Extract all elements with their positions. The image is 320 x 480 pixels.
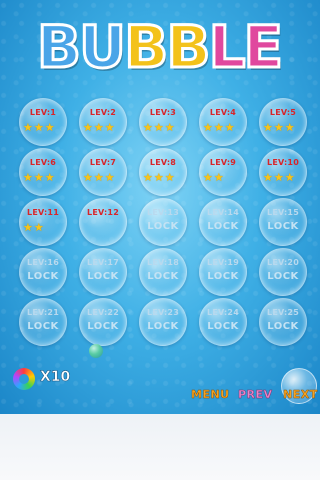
rainbow-ring-icon bbox=[13, 368, 35, 390]
star-icon: ★★★ bbox=[143, 121, 176, 134]
level-bubble-locked[interactable]: LEV:14 LOCK bbox=[199, 198, 247, 246]
level-label: LEV:24 bbox=[207, 308, 239, 317]
star-icon: ★★★ bbox=[83, 121, 116, 134]
lock-label: LOCK bbox=[147, 321, 179, 332]
level-label: LEV:14 bbox=[207, 208, 239, 217]
star-icon: ★★★ bbox=[263, 121, 296, 134]
level-label: LEV:23 bbox=[147, 308, 179, 317]
level-bubble[interactable]: LEV:8 ★★★ bbox=[139, 148, 187, 196]
level-label: LEV:5 bbox=[269, 108, 297, 117]
star-icon: ★★★ bbox=[203, 121, 236, 134]
lock-label: LOCK bbox=[267, 271, 299, 282]
level-label: LEV:22 bbox=[87, 308, 119, 317]
level-bubble-locked[interactable]: LEV:19 LOCK bbox=[199, 248, 247, 296]
level-label: LEV:4 bbox=[209, 108, 237, 117]
title-letter: B bbox=[35, 13, 82, 81]
level-bubble-locked[interactable]: LEV:25 LOCK bbox=[259, 298, 307, 346]
title-letter: U bbox=[78, 13, 128, 81]
level-label: LEV:19 bbox=[207, 258, 239, 267]
star-icon: ★★★ bbox=[23, 171, 56, 184]
lock-label: LOCK bbox=[87, 271, 119, 282]
star-icon: ★★★ bbox=[83, 171, 116, 184]
level-bubble-locked[interactable]: LEV:22 LOCK bbox=[79, 298, 127, 346]
title-letter: E bbox=[242, 13, 285, 81]
level-label: LEV:16 bbox=[27, 258, 59, 267]
lock-label: LOCK bbox=[87, 321, 119, 332]
level-label: LEV:7 bbox=[89, 158, 117, 167]
level-label: LEV:21 bbox=[27, 308, 59, 317]
level-bubble-locked[interactable]: LEV:23 LOCK bbox=[139, 298, 187, 346]
lock-label: LOCK bbox=[267, 321, 299, 332]
level-label: LEV:1 bbox=[29, 108, 57, 117]
level-label: LEV:10 bbox=[267, 158, 299, 167]
level-label: LEV:6 bbox=[29, 158, 57, 167]
lock-label: LOCK bbox=[27, 321, 59, 332]
menu-button[interactable]: MENU bbox=[191, 388, 230, 401]
level-label: LEV:8 bbox=[149, 158, 177, 167]
lock-label: LOCK bbox=[147, 221, 179, 232]
title-letter: L bbox=[207, 13, 247, 81]
game-screen: BUBBLE LEV:1 ★★★ LEV:2 ★★★ LEV:3 ★★★ LEV:4 ★★★ L… bbox=[0, 0, 320, 414]
level-bubble[interactable]: LEV:6 ★★★ bbox=[19, 148, 67, 196]
level-bubble[interactable]: LEV:9 ★★ bbox=[199, 148, 247, 196]
level-bubble[interactable]: LEV:7 ★★★ bbox=[79, 148, 127, 196]
level-bubble-locked[interactable]: LEV:17 LOCK bbox=[79, 248, 127, 296]
level-bubble[interactable]: LEV:11 ★★ bbox=[19, 198, 67, 246]
star-icon: ★★ bbox=[23, 221, 45, 234]
level-bubble-locked[interactable]: LEV:15 LOCK bbox=[259, 198, 307, 246]
level-bubble[interactable]: LEV:12 bbox=[79, 198, 127, 246]
level-label: LEV:17 bbox=[87, 258, 119, 267]
level-bubble[interactable]: LEV:2 ★★★ bbox=[79, 98, 127, 146]
level-label: LEV:18 bbox=[147, 258, 179, 267]
title-letter: B bbox=[165, 13, 212, 81]
lock-label: LOCK bbox=[27, 271, 59, 282]
star-icon: ★★★ bbox=[263, 171, 296, 184]
game-title: BUBBLE bbox=[0, 12, 320, 82]
level-bubble-locked[interactable]: LEV:21 LOCK bbox=[19, 298, 67, 346]
prev-button[interactable]: PREV bbox=[238, 388, 273, 401]
level-label: LEV:20 bbox=[267, 258, 299, 267]
level-bubble[interactable]: LEV:5 ★★★ bbox=[259, 98, 307, 146]
level-bubble-locked[interactable]: LEV:24 LOCK bbox=[199, 298, 247, 346]
lock-label: LOCK bbox=[207, 271, 239, 282]
level-bubble[interactable]: LEV:10 ★★★ bbox=[259, 148, 307, 196]
bottom-blank-area bbox=[0, 414, 320, 480]
level-label: LEV:15 bbox=[267, 208, 299, 217]
star-icon: ★★★ bbox=[143, 171, 176, 184]
ring-count: X10 bbox=[40, 369, 71, 386]
level-bubble[interactable]: LEV:1 ★★★ bbox=[19, 98, 67, 146]
star-icon: ★★★ bbox=[23, 121, 56, 134]
level-bubble-locked[interactable]: LEV:13 LOCK bbox=[139, 198, 187, 246]
next-button[interactable]: NEXT bbox=[283, 388, 318, 401]
level-bubble-locked[interactable]: LEV:20 LOCK bbox=[259, 248, 307, 296]
lock-label: LOCK bbox=[147, 271, 179, 282]
level-bubble[interactable]: LEV:3 ★★★ bbox=[139, 98, 187, 146]
level-bubble-locked[interactable]: LEV:16 LOCK bbox=[19, 248, 67, 296]
level-grid: LEV:1 ★★★ LEV:2 ★★★ LEV:3 ★★★ LEV:4 ★★★ LEV:5 ★★★… bbox=[12, 96, 312, 346]
level-label: LEV:3 bbox=[149, 108, 177, 117]
lock-label: LOCK bbox=[267, 221, 299, 232]
level-label: LEV:9 bbox=[209, 158, 237, 167]
level-label: LEV:11 bbox=[27, 208, 59, 217]
title-letter: B bbox=[123, 13, 170, 81]
level-bubble-locked[interactable]: LEV:18 LOCK bbox=[139, 248, 187, 296]
level-label: LEV:12 bbox=[87, 208, 119, 217]
level-label: LEV:25 bbox=[267, 308, 299, 317]
lock-label: LOCK bbox=[207, 221, 239, 232]
star-icon: ★★ bbox=[203, 171, 225, 184]
level-bubble[interactable]: LEV:4 ★★★ bbox=[199, 98, 247, 146]
lock-label: LOCK bbox=[207, 321, 239, 332]
level-label: LEV:2 bbox=[89, 108, 117, 117]
level-label: LEV:13 bbox=[147, 208, 179, 217]
floating-bubble-icon bbox=[89, 344, 103, 358]
